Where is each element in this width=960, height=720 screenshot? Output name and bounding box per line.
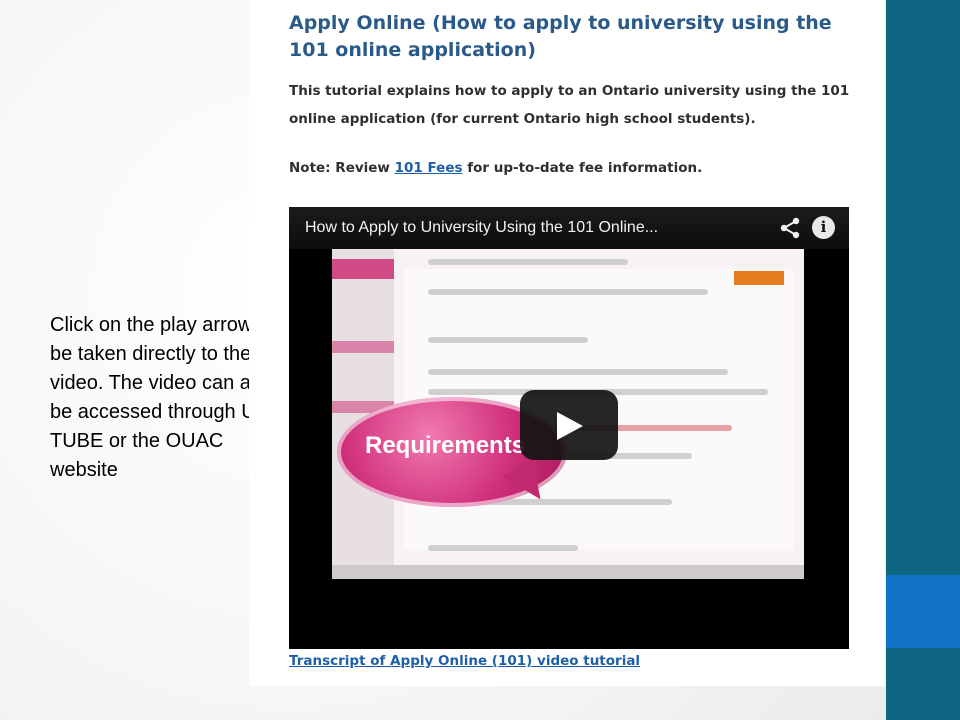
info-icon[interactable]: i [812,216,835,239]
preview-line [428,545,578,551]
preview-pink-bar [332,341,394,353]
preview-orange-button [734,271,784,285]
slide-accent-block [886,575,960,648]
play-icon [557,412,583,440]
preview-footer [332,565,804,579]
preview-line [428,289,708,295]
bubble-label: Requirements [365,432,526,459]
video-title[interactable]: How to Apply to University Using the 101… [305,217,658,239]
note-text-before: Review [330,160,395,176]
slide-caption: Click on the play arrow to be taken dire… [50,314,277,481]
video-player[interactable]: Requirements How to Apply to University … [289,207,849,649]
fees-link[interactable]: 101 Fees [395,160,463,176]
page-title: Apply Online (How to apply to university… [289,12,832,61]
fee-note: Note: Review 101 Fees for up-to-date fee… [289,156,874,180]
note-text-after: for up-to-date fee information. [462,160,703,176]
preview-line [428,369,728,375]
preview-pink-bar [332,259,394,279]
preview-line [428,259,628,265]
note-label: Note: [289,160,331,176]
share-icon[interactable] [779,217,801,239]
video-title-bar: How to Apply to University Using the 101… [289,207,849,249]
tutorial-description: This tutorial explains how to apply to a… [289,83,850,127]
transcript-link[interactable]: Transcript of Apply Online (101) video t… [289,651,640,671]
play-button[interactable] [520,390,618,460]
preview-line [428,337,588,343]
webpage-screenshot: Apply Online (How to apply to university… [249,0,885,686]
